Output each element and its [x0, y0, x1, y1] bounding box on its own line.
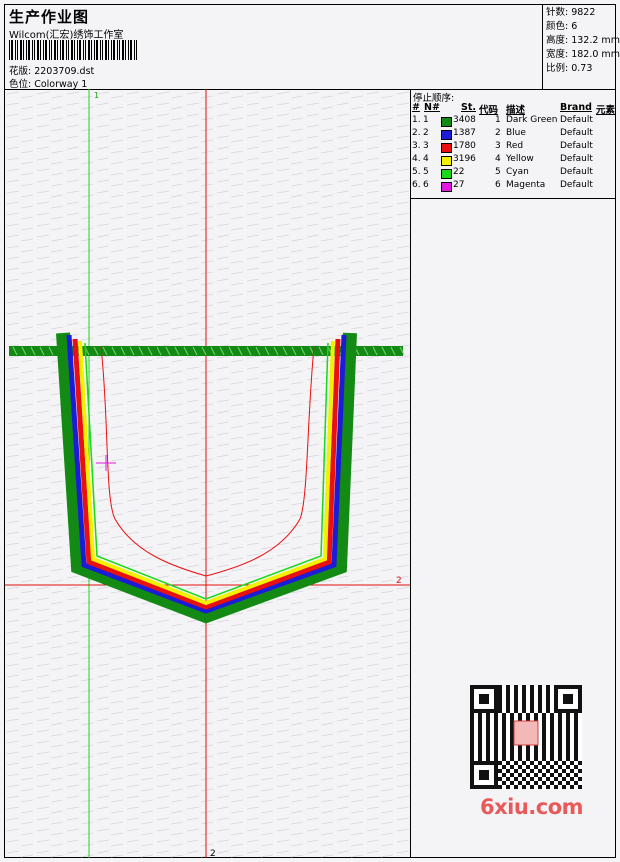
embroidery-preview: 1 2 2: [5, 89, 410, 859]
row-code: 3: [495, 141, 501, 151]
color-swatch: [441, 143, 452, 153]
row-brand: Default: [560, 154, 593, 164]
row-stitches: 3196: [453, 154, 476, 164]
table-row: 1. 1 3408 1 Dark Green Default: [411, 115, 615, 128]
guide-label-green: 1: [94, 91, 99, 100]
row-code: 6: [495, 180, 501, 190]
worksheet-frame: 生产作业图 Wilcom(汇宏)绣饰工作室 花版: 2203709.dst 色位…: [4, 4, 620, 859]
row-index: 4.: [412, 154, 421, 164]
design-width: 宽度: 182.0 mm: [546, 49, 620, 60]
design-specs: 针数: 9822 颜色: 6 高度: 132.2 mm 宽度: 182.0 mm…: [542, 5, 620, 89]
row-description: Cyan: [506, 167, 529, 177]
design-name: 花版: 2203709.dst: [9, 66, 95, 77]
col-header-brand: Brand: [560, 102, 592, 113]
row-index: 3.: [412, 141, 421, 151]
row-description: Dark Green: [506, 115, 558, 125]
color-count: 颜色: 6: [546, 21, 578, 32]
row-index: 2.: [412, 128, 421, 138]
table-row: 6. 6 27 6 Magenta Default: [411, 180, 615, 193]
row-description: Yellow: [506, 154, 534, 164]
row-needle: 5: [423, 167, 429, 177]
table-row: 3. 3 1780 3 Red Default: [411, 141, 615, 154]
col-header-code: 代码: [479, 105, 499, 116]
barcode: [9, 40, 137, 60]
col-header-description: 描述: [506, 105, 526, 116]
row-needle: 1: [423, 115, 429, 125]
row-stitches: 1387: [453, 128, 476, 138]
colorway-name: 色位: Colorway 1: [9, 79, 88, 90]
color-swatch: [441, 130, 452, 140]
stop-sequence-table: 停止顺序: # N# St. 代码 描述 Brand 元素 1. 1 3408 1 Da…: [411, 89, 615, 199]
row-stitches: 3408: [453, 115, 476, 125]
row-brand: Default: [560, 180, 593, 190]
worksheet-title: 生产作业图: [9, 8, 90, 26]
guide-label-red-v: 2: [210, 849, 216, 858]
row-code: 2: [495, 128, 501, 138]
col-header-index: #: [412, 102, 420, 113]
table-row: 4. 4 3196 4 Yellow Default: [411, 154, 615, 167]
row-brand: Default: [560, 115, 593, 125]
col-header-needle: N#: [424, 102, 440, 113]
watermark-logo: 6xiu.com: [480, 795, 584, 819]
design-scale: 比例: 0.73: [546, 63, 593, 74]
col-header-stitches: St.: [461, 102, 476, 113]
worksheet-header: 生产作业图 Wilcom(汇宏)绣饰工作室 花版: 2203709.dst 色位…: [5, 5, 620, 90]
row-stitches: 22: [453, 167, 465, 177]
row-needle: 4: [423, 154, 429, 164]
row-brand: Default: [560, 128, 593, 138]
row-description: Red: [506, 141, 524, 151]
row-index: 1.: [412, 115, 421, 125]
row-index: 6.: [412, 180, 421, 190]
row-code: 1: [495, 115, 501, 125]
row-code: 4: [495, 154, 501, 164]
row-needle: 6: [423, 180, 429, 190]
color-swatch: [441, 169, 452, 179]
row-needle: 3: [423, 141, 429, 151]
row-needle: 2: [423, 128, 429, 138]
row-description: Magenta: [506, 180, 546, 190]
row-brand: Default: [560, 141, 593, 151]
row-brand: Default: [560, 167, 593, 177]
row-index: 5.: [412, 167, 421, 177]
row-stitches: 27: [453, 180, 465, 190]
table-header: # N# St. 代码 描述 Brand 元素: [411, 102, 616, 116]
row-stitches: 1780: [453, 141, 476, 151]
design-height: 高度: 132.2 mm: [546, 35, 620, 46]
stitch-count: 针数: 9822: [546, 7, 596, 18]
qr-code-watermark: [470, 685, 582, 789]
guide-label-red-h: 2: [396, 576, 402, 586]
qr-center-logo: [513, 720, 539, 746]
table-row: 2. 2 1387 2 Blue Default: [411, 128, 615, 141]
company-name: Wilcom(汇宏)绣饰工作室: [9, 30, 124, 41]
color-swatch: [441, 156, 452, 166]
color-swatch: [441, 182, 452, 192]
table-row: 5. 5 22 5 Cyan Default: [411, 167, 615, 180]
col-header-element: 元素: [596, 105, 616, 116]
row-code: 5: [495, 167, 501, 177]
row-description: Blue: [506, 128, 526, 138]
color-swatch: [441, 117, 452, 127]
design-preview-canvas: 1 2 2: [5, 89, 411, 859]
